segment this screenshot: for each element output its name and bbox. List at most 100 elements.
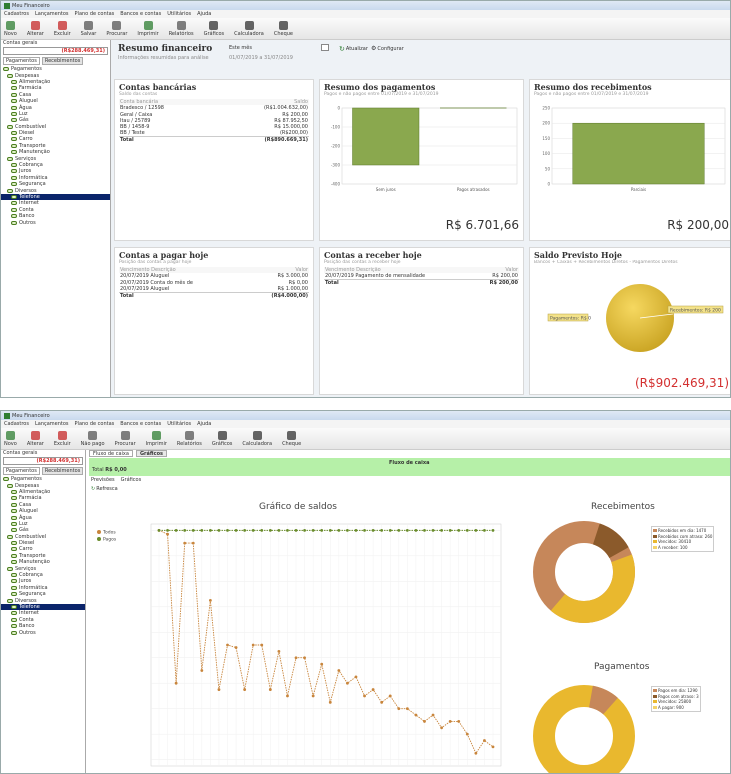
data-point — [243, 528, 247, 532]
toolbar-label-5: Imprimir — [145, 441, 167, 447]
tree-item-label: Combustível — [15, 123, 47, 130]
sidebar-tab-0[interactable]: Pagamentos — [3, 57, 40, 65]
sidebar-tab-1[interactable]: Recebimentos — [41, 467, 84, 475]
folder-icon — [11, 521, 17, 526]
data-point — [157, 528, 161, 532]
toolbar-label-6: Relatórios — [176, 441, 202, 447]
topay-panel: Contas a pagar hoje Posição das contas a… — [114, 247, 314, 395]
subtab-graficos[interactable]: Gráficos — [121, 477, 142, 483]
bank-subtitle: Saldo das contas — [119, 92, 158, 97]
data-point — [397, 707, 401, 711]
toolbar-button-7[interactable]: Gráficos — [211, 427, 233, 447]
data-point — [286, 528, 289, 532]
tree-item[interactable]: Outros — [1, 629, 85, 636]
folder-icon — [11, 79, 17, 84]
data-point — [371, 528, 375, 532]
data-point — [380, 528, 384, 532]
filter-select[interactable]: (R$288.469,31) — [3, 47, 108, 55]
balance-chart: TodosPagos — [97, 523, 502, 767]
folder-icon — [11, 489, 17, 494]
toolbar-button-9[interactable]: Cheque — [274, 17, 293, 37]
chart-icon — [209, 21, 219, 30]
tree-item-label: Farmácia — [19, 495, 42, 502]
table-total-cell: (R$890.669,31) — [214, 136, 309, 144]
pie-label-pagamentos: Pagamentos: R$ 0 — [550, 316, 591, 322]
x-tick-label: Sem juros — [376, 187, 396, 192]
toolbar-label-9: Cheque — [282, 441, 302, 447]
tree-item-label: Cobrança — [19, 572, 43, 579]
toolbar-button-1[interactable]: Alterar — [27, 427, 44, 447]
folder-icon — [11, 560, 17, 565]
bank-accounts-panel: Contas bancárias Saldo das contas Conta … — [114, 79, 314, 241]
toolbar-button-9[interactable]: Cheque — [282, 427, 301, 447]
toolbar-button-6[interactable]: Relatórios — [169, 17, 194, 37]
toolbar-button-4[interactable]: Procurar — [115, 427, 136, 447]
period-select[interactable] — [321, 44, 329, 51]
toolbar-button-2[interactable]: Excluir — [54, 427, 71, 447]
toolbar-button-0[interactable]: Novo — [4, 427, 17, 447]
sidebar-tab-1[interactable]: Recebimentos — [41, 57, 84, 65]
sidebar-tab-0[interactable]: Pagamentos — [3, 467, 40, 475]
tree-item-label: Cobrança — [19, 162, 43, 169]
toolbar-button-1[interactable]: Alterar — [27, 17, 44, 37]
filter-select-2[interactable]: (R$288.469,31) — [3, 457, 83, 465]
toolbar-button-0[interactable]: Novo — [4, 17, 17, 37]
legend-label: Recebidos com atraso: 260 — [658, 533, 713, 539]
gear-icon: ⚙ — [371, 45, 377, 52]
data-point — [483, 739, 486, 742]
window-title-2: Meu Financeiro — [12, 412, 50, 419]
topay-title: Contas a pagar hoje — [119, 250, 209, 260]
toolbar-button-6[interactable]: Relatórios — [177, 427, 202, 447]
data-point — [268, 528, 272, 532]
tree-item-label: Juros — [19, 578, 32, 585]
legend-item: Recebidos em dia: 1470 — [653, 528, 712, 534]
bottom-menubar: Cadastros Lançamentos Plano de contas Banco… — [1, 420, 730, 428]
toolbar-button-2[interactable]: Excluir — [54, 17, 71, 37]
tree-item[interactable]: Outros — [1, 219, 110, 226]
tree-item-label: Carro — [19, 136, 33, 143]
folder-icon — [11, 617, 17, 622]
data-point — [191, 541, 195, 545]
data-point — [448, 528, 452, 532]
receipts-panel: Resumo dos recebimentos Pagos e não pago… — [529, 79, 730, 241]
topay-subtitle: Posição das contas a pagar hoje — [119, 260, 192, 265]
toolbar-button-5[interactable]: Imprimir — [137, 17, 159, 37]
recebimentos-legend: Recebidos em dia: 1470 Recebidos com atra… — [651, 526, 715, 552]
toolbar-button-3[interactable]: Não pago — [81, 427, 105, 447]
toolbar-label-2: Excluir — [53, 441, 71, 447]
data-point — [491, 745, 495, 749]
data-point — [320, 662, 324, 666]
toolbar-button-8[interactable]: Calculadora — [242, 427, 272, 447]
period-range: 01/07/2019 a 31/07/2019 — [229, 55, 293, 61]
toolbar-button-8[interactable]: Calculadora — [234, 17, 264, 37]
toreceive-table: Vencimento Descrição Valor 20/07/2019 Paga… — [324, 267, 519, 287]
search-icon — [120, 431, 130, 440]
legend-item: A pagar: 900 — [653, 705, 699, 711]
toolbar-label-7: Gráficos — [211, 441, 233, 447]
refresh-icon: ↻ — [339, 45, 345, 53]
data-point — [234, 646, 238, 649]
toolbar-button-5[interactable]: Imprimir — [146, 427, 167, 447]
legend-label: Recebidos em dia: 1470 — [658, 528, 707, 534]
app-icon-2 — [4, 412, 10, 419]
folder-icon — [11, 169, 17, 174]
data-point — [491, 528, 495, 532]
refresh-button-2[interactable]: ↻ Refresca — [91, 486, 118, 492]
folder-icon — [11, 509, 17, 514]
subtab-previsoes[interactable]: Previsões — [91, 477, 115, 483]
tab-fluxo-de-caixa[interactable]: Fluxo de caixa — [89, 450, 133, 457]
delete-icon — [57, 431, 67, 440]
toolbar-button-3[interactable]: Salvar — [81, 17, 96, 37]
receipts-chart: 250 200 150 100 50 0 Parciais — [542, 106, 726, 192]
folder-icon — [11, 143, 17, 148]
configure-button[interactable]: ⚙ Configurar — [371, 45, 404, 52]
toolbar-label-5: Imprimir — [137, 31, 159, 37]
toolbar-button-4[interactable]: Procurar — [106, 17, 127, 37]
window-title: Meu Financeiro — [12, 2, 50, 9]
tab-graficos[interactable]: Gráficos — [135, 450, 167, 457]
data-point — [277, 528, 281, 532]
folder-icon — [11, 163, 17, 168]
refresh-button[interactable]: ↻ Atualizar — [339, 45, 368, 53]
folder-icon — [7, 534, 13, 539]
toolbar-button-7[interactable]: Gráficos — [204, 17, 224, 37]
